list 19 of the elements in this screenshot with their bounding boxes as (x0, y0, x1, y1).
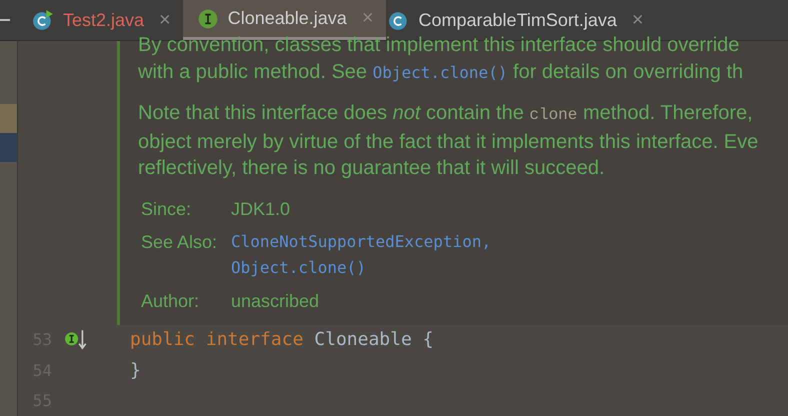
doc-link[interactable]: Object.clone() (372, 62, 508, 82)
doc-paragraph: Note that this interface does not contain the clone method. Therefore, object merely by virtue of the fact that it implements this interface. Eve reflectively, there is no guarantee that it will succeed. (138, 101, 760, 181)
doc-link[interactable]: CloneNotSupportedException, (231, 229, 492, 255)
doc-tag-label: See Also: (141, 231, 218, 254)
close-icon[interactable]: × (362, 7, 374, 30)
editor-tab[interactable]: Cloneable.java × (182, 0, 386, 40)
panel-row-selection (0, 133, 17, 162)
doc-tag-value: JDK1.0 (231, 198, 290, 220)
doc-link[interactable]: Object.clone() (231, 255, 492, 281)
class-file-icon (32, 9, 54, 31)
code-line: } (130, 360, 141, 381)
interface-file-icon (196, 8, 219, 30)
doc-tag-value: unascribed (231, 290, 320, 313)
doc-tag-label: Since: (141, 198, 192, 220)
close-icon[interactable]: × (632, 8, 644, 32)
close-icon[interactable]: × (159, 8, 171, 32)
code-line: public interface Cloneable { (130, 329, 434, 350)
doc-tag-label: Author: (141, 290, 200, 313)
panel-row-highlight (0, 104, 17, 133)
